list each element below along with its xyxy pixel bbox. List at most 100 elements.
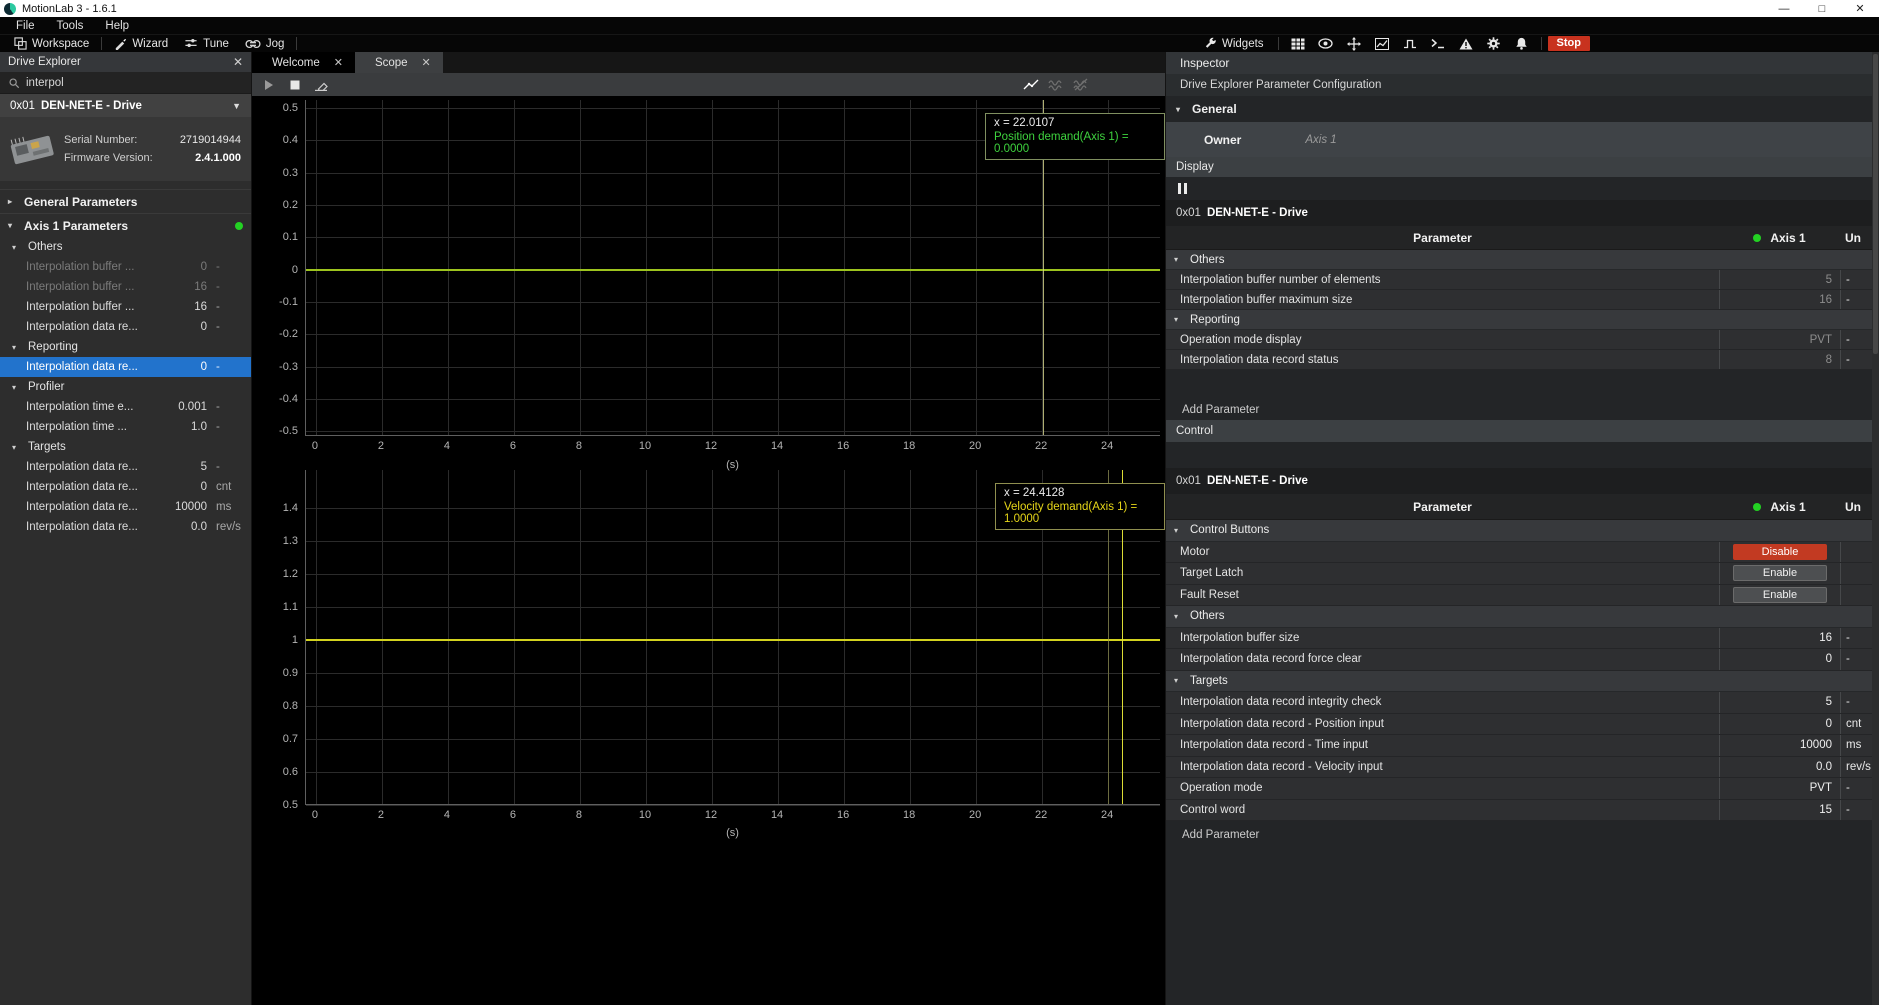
- tree-section-others[interactable]: ▾Others: [0, 237, 251, 257]
- parameter-row[interactable]: Interpolation data record - Position inp…: [1166, 714, 1879, 736]
- terminal-button[interactable]: [1425, 35, 1451, 52]
- tree-section-label: Targets: [28, 441, 66, 453]
- x-tick-label: 22: [1026, 809, 1056, 821]
- bell-icon: [1515, 37, 1528, 50]
- x-tick-label: 16: [828, 440, 858, 452]
- parameter-row[interactable]: Target LatchEnable: [1166, 563, 1879, 585]
- tree-item[interactable]: Interpolation buffer ...0-: [0, 257, 251, 277]
- parameter-row[interactable]: Operation mode displayPVT-: [1166, 330, 1879, 350]
- warning-button[interactable]: [1453, 35, 1479, 52]
- toolbar-workspace-button[interactable]: Workspace: [6, 35, 97, 52]
- minimize-button[interactable]: ―: [1765, 0, 1803, 17]
- close-icon[interactable]: ✕: [422, 56, 431, 69]
- y-tick-label: 1.4: [252, 502, 298, 514]
- parameter-row[interactable]: Interpolation data record integrity chec…: [1166, 692, 1879, 714]
- tree-group-axis-1-parameters[interactable]: ▾Axis 1 Parameters: [0, 213, 251, 237]
- device-selector[interactable]: 0x01 DEN-NET-E - Drive ▼: [0, 94, 251, 117]
- tree-item[interactable]: Interpolation data re...5-: [0, 457, 251, 477]
- column-header-parameter: Parameter: [1166, 231, 1719, 245]
- close-icon[interactable]: ✕: [233, 55, 243, 69]
- tree-item[interactable]: Interpolation time e...0.001-: [0, 397, 251, 417]
- play-button[interactable]: [258, 73, 280, 96]
- tab-welcome[interactable]: Welcome✕: [252, 52, 355, 73]
- tree-item[interactable]: Interpolation data re...0cnt: [0, 477, 251, 497]
- add-parameter-button[interactable]: Add Parameter: [1166, 400, 1879, 420]
- parameter-row[interactable]: Interpolation data record - Time input10…: [1166, 735, 1879, 757]
- general-section-header[interactable]: ▾ General: [1166, 96, 1879, 122]
- tree-item[interactable]: Interpolation data re...0-: [0, 317, 251, 337]
- move-button[interactable]: [1341, 35, 1367, 52]
- tree-section-profiler[interactable]: ▾Profiler: [0, 377, 251, 397]
- tree-item[interactable]: Interpolation buffer ...16-: [0, 297, 251, 317]
- tree-item[interactable]: Interpolation data re...0-: [0, 357, 251, 377]
- y-grid-line: [306, 367, 1160, 368]
- enable-button[interactable]: Enable: [1733, 587, 1827, 603]
- y-grid-line: [306, 205, 1160, 206]
- wave-smooth-off-button[interactable]: [1073, 78, 1089, 91]
- maximize-button[interactable]: □: [1803, 0, 1841, 17]
- parameter-row[interactable]: Interpolation data record status8-: [1166, 350, 1879, 370]
- parameter-row[interactable]: MotorDisable: [1166, 542, 1879, 564]
- close-button[interactable]: ✕: [1841, 0, 1879, 17]
- owner-value[interactable]: Axis 1: [1305, 134, 1336, 146]
- tab-scope[interactable]: Scope✕: [355, 52, 443, 73]
- wave-smooth-button[interactable]: [1048, 78, 1064, 91]
- drive-explorer-title: Drive Explorer: [8, 56, 81, 68]
- gear-button[interactable]: [1481, 35, 1507, 52]
- eraser-button[interactable]: [310, 73, 332, 96]
- pulse-button[interactable]: [1397, 35, 1423, 52]
- parameter-row[interactable]: Interpolation buffer size16-: [1166, 628, 1879, 650]
- tree-item[interactable]: Interpolation buffer ...16-: [0, 277, 251, 297]
- parameter-row[interactable]: Control word15-: [1166, 800, 1879, 822]
- stop-square-button[interactable]: [284, 73, 306, 96]
- table-header: ParameterAxis 1Un: [1166, 226, 1879, 250]
- parameter-row[interactable]: Interpolation buffer maximum size16-: [1166, 290, 1879, 310]
- parameter-value: 8: [1719, 350, 1840, 369]
- table-section-others[interactable]: ▾Others: [1166, 606, 1879, 628]
- x-grid-line: [910, 470, 911, 804]
- tree-item[interactable]: Interpolation data re...0.0rev/s: [0, 517, 251, 537]
- tree-section-reporting[interactable]: ▾Reporting: [0, 337, 251, 357]
- table-section-control-buttons[interactable]: ▾Control Buttons: [1166, 520, 1879, 542]
- y-grid-line: [306, 805, 1160, 806]
- tree-section-label: Others: [28, 241, 63, 253]
- parameter-row[interactable]: Operation modePVT-: [1166, 778, 1879, 800]
- eye-button[interactable]: [1313, 35, 1339, 52]
- parameter-row[interactable]: Interpolation data record - Velocity inp…: [1166, 757, 1879, 779]
- table-section-others[interactable]: ▾Others: [1166, 250, 1879, 270]
- tree-item[interactable]: Interpolation time ...1.0-: [0, 417, 251, 437]
- enable-button[interactable]: Enable: [1733, 565, 1827, 581]
- toolbar-tune-button[interactable]: Tune: [176, 35, 237, 52]
- x-grid-line: [514, 470, 515, 804]
- toolbar-jog-button[interactable]: Jog: [237, 35, 293, 52]
- scrollbar[interactable]: [1872, 52, 1879, 1005]
- firmware-version-value: 2.4.1.000: [153, 152, 241, 164]
- search-input[interactable]: [26, 77, 216, 89]
- tree-item[interactable]: Interpolation data re...10000ms: [0, 497, 251, 517]
- table-button[interactable]: [1285, 35, 1311, 52]
- y-grid-line: [306, 673, 1160, 674]
- chart-button[interactable]: [1369, 35, 1395, 52]
- pause-icon[interactable]: [1178, 183, 1187, 194]
- parameter-row[interactable]: Fault ResetEnable: [1166, 585, 1879, 607]
- parameter-row[interactable]: Interpolation data record force clear0-: [1166, 649, 1879, 671]
- y-grid-line: [306, 334, 1160, 335]
- menu-tools[interactable]: Tools: [47, 20, 94, 32]
- tree-group-general-parameters[interactable]: ▸General Parameters: [0, 189, 251, 213]
- table-section-reporting[interactable]: ▾Reporting: [1166, 310, 1879, 330]
- widgets-button[interactable]: Widgets: [1196, 35, 1272, 52]
- add-parameter-button[interactable]: Add Parameter: [1166, 826, 1879, 844]
- menu-file[interactable]: File: [6, 20, 45, 32]
- bell-button[interactable]: [1509, 35, 1535, 52]
- scrollbar-thumb[interactable]: [1873, 54, 1878, 354]
- parameter-row[interactable]: Interpolation buffer number of elements5…: [1166, 270, 1879, 290]
- disable-button[interactable]: Disable: [1733, 544, 1827, 560]
- stop-button[interactable]: Stop: [1548, 36, 1590, 51]
- close-icon[interactable]: ✕: [334, 56, 343, 69]
- table-section-targets[interactable]: ▾Targets: [1166, 671, 1879, 693]
- section-label: Others: [1190, 610, 1225, 622]
- wave-line-button[interactable]: [1023, 78, 1039, 91]
- tree-section-targets[interactable]: ▾Targets: [0, 437, 251, 457]
- menu-help[interactable]: Help: [95, 20, 139, 32]
- toolbar-wizard-button[interactable]: Wizard: [106, 35, 176, 52]
